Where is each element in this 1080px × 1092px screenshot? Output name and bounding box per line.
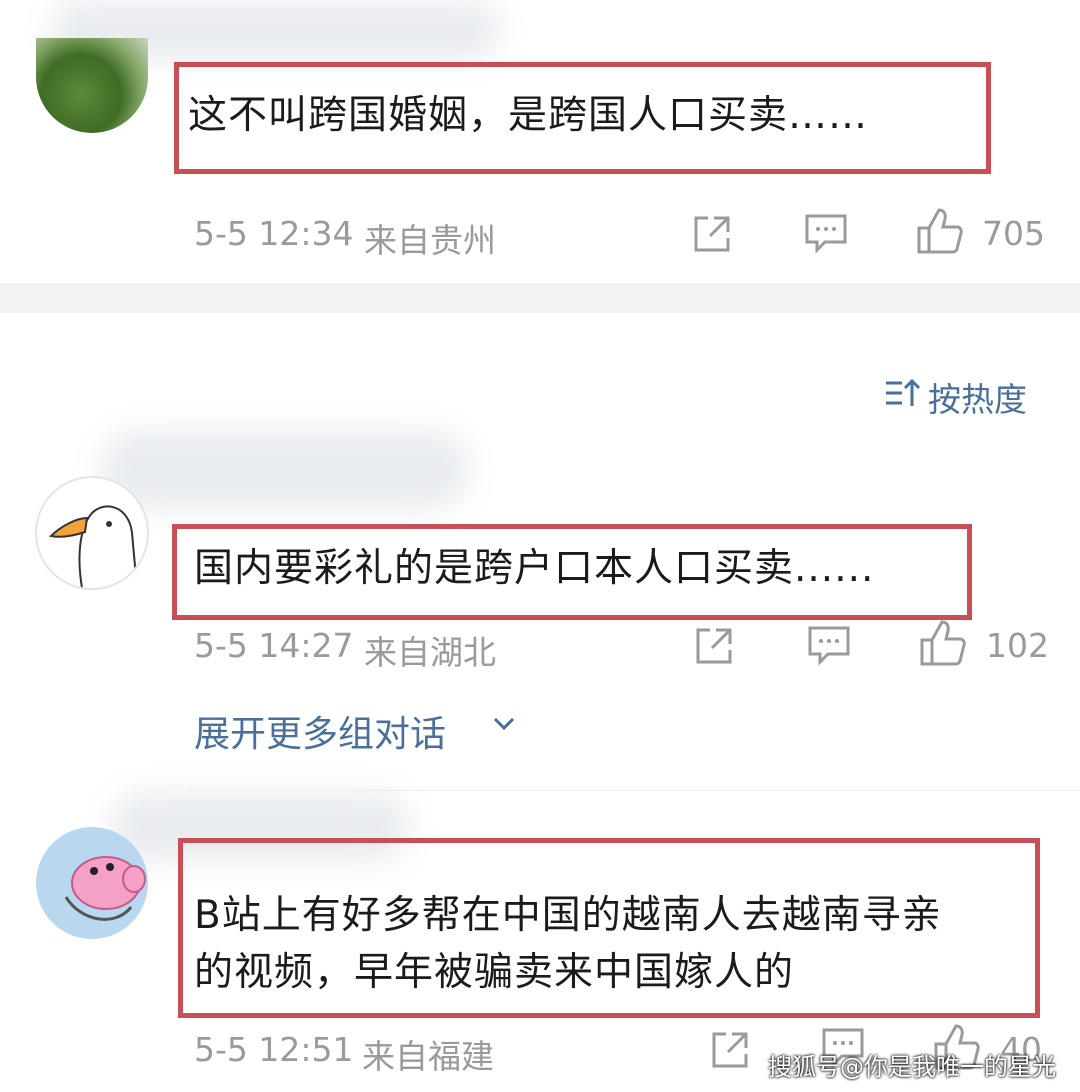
like-count: 102 bbox=[986, 626, 1049, 665]
expand-more-conversations[interactable]: 展开更多组对话 bbox=[194, 705, 446, 757]
comment-icon[interactable] bbox=[803, 212, 849, 256]
divider bbox=[190, 790, 1080, 791]
avatar[interactable] bbox=[36, 827, 148, 939]
watermark: 搜狐号@你是我唯一的星光 bbox=[768, 1053, 1056, 1081]
blurred-username bbox=[100, 430, 470, 510]
like-icon[interactable] bbox=[918, 618, 966, 668]
comment-text: 国内要彩礼的是跨户口本人口买卖...... bbox=[194, 546, 875, 591]
share-icon[interactable] bbox=[692, 624, 736, 668]
comment-location: 来自湖北 bbox=[364, 633, 496, 672]
share-icon[interactable] bbox=[690, 212, 734, 256]
avatar[interactable] bbox=[35, 476, 149, 590]
avatar[interactable] bbox=[36, 38, 148, 133]
chevron-down-icon[interactable] bbox=[492, 714, 516, 734]
sort-icon[interactable] bbox=[884, 378, 922, 408]
comment-date: 5-5 12:51 bbox=[194, 1030, 354, 1069]
comment-location: 来自贵州 bbox=[364, 221, 496, 260]
comment-icon[interactable] bbox=[806, 624, 852, 668]
like-icon[interactable] bbox=[915, 206, 963, 256]
comment-text-line-1: B站上有好多帮在中国的越南人去越南寻亲 bbox=[194, 893, 942, 938]
comment-date: 5-5 12:34 bbox=[194, 214, 354, 253]
comment-text: 这不叫跨国婚姻，是跨国人口买卖…… bbox=[188, 93, 869, 138]
share-icon[interactable] bbox=[708, 1028, 752, 1072]
comment-location: 来自福建 bbox=[362, 1037, 494, 1076]
sort-by-hot[interactable]: 按热度 bbox=[928, 373, 1027, 421]
comment-text-line-2: 的视频，早年被骗卖来中国嫁人的 bbox=[194, 950, 795, 995]
section-divider bbox=[0, 283, 1080, 313]
comment-date: 5-5 14:27 bbox=[194, 626, 354, 665]
like-count: 705 bbox=[982, 214, 1045, 253]
